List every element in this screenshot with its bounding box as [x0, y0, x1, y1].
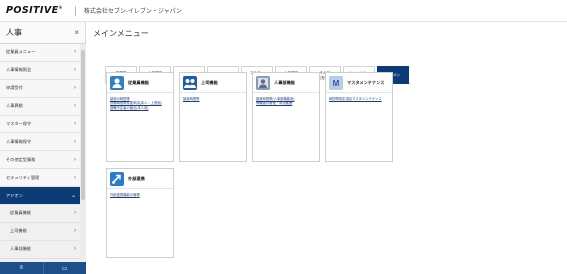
sidebar-item-label: セキュリティ管理 [6, 174, 40, 180]
card-hr-functions: 人事部機能 製造時間帯(人事部機能用) 休職者の管理・申請画面 [252, 72, 320, 162]
sidebar-item-label: その他定型業務 [6, 156, 36, 162]
chevron-right-icon: › [74, 85, 76, 92]
master-icon: M [329, 75, 343, 90]
card-links: 外部連携機能の管理 [107, 189, 173, 201]
card-link[interactable]: 外部連携機能の管理 [110, 193, 170, 197]
page-title: メインメニュー [93, 29, 149, 38]
company-name: 株式会社セブン-イレブン・ジャパン [83, 9, 182, 15]
card-title: 外部連携 [128, 175, 145, 181]
sidebar-item-applications[interactable]: 申請受付 › [0, 79, 80, 98]
sidebar-item-label: 人事情報保守 [6, 138, 32, 144]
scrollbar-thumb[interactable] [81, 50, 85, 200]
sidebar-subitem-hr-functions[interactable]: 人事部機能 › [0, 240, 80, 259]
sidebar-item-hr-inquiry[interactable]: 人事情報照会 › [0, 61, 80, 80]
card-title: マスタメンテナンス [347, 79, 385, 85]
sidebar-item-employee-menu[interactable]: 従業員メニュー › [0, 44, 80, 62]
logo[interactable]: POSITIVE® [6, 5, 63, 16]
external-link-icon [110, 171, 124, 186]
card-link[interactable]: 休職者の管理・申請画面 [256, 101, 316, 105]
chevron-right-icon: › [74, 103, 76, 110]
card-links: 時間帯設定項目マスタメンテナンス [326, 93, 392, 105]
card-title: 上司機能 [201, 79, 218, 85]
card-title: 従業員機能 [128, 79, 149, 85]
hr-icon [256, 75, 270, 90]
sidebar-item-transfers[interactable]: 人事異動 › [0, 97, 80, 116]
manager-icon [183, 75, 197, 90]
chevron-right-icon: › [74, 174, 76, 181]
sidebar-item-label: マスター保守 [6, 121, 32, 126]
chevron-right-icon: › [74, 121, 76, 127]
chevron-right-icon: › [74, 156, 76, 163]
card-header: 上司機能 [180, 73, 246, 93]
chevron-right-icon: › [74, 49, 76, 56]
card-master-maintenance: M マスタメンテナンス 時間帯設定項目マスタメンテナンス [325, 72, 393, 162]
header-divider [74, 5, 76, 16]
window-icon[interactable]: ▭ [42, 262, 87, 274]
sidebar-item-label: 上司機能 [10, 228, 27, 234]
close-icon[interactable]: × [74, 28, 79, 37]
svg-text:M: M [333, 79, 340, 88]
card-link[interactable]: 製造時間帯 [183, 97, 243, 101]
sidebar-item-label: 人事部機能 [10, 246, 31, 252]
card-link[interactable]: 時間帯設定項目マスタメンテナンス [329, 97, 389, 101]
card-links: 製造時間帯 [180, 93, 246, 105]
card-header: 外部連携 [107, 169, 173, 189]
chevron-right-icon: › [74, 246, 76, 253]
sidebar-item-label: 申請受付 [6, 85, 23, 91]
chevron-right-icon: › [74, 138, 76, 145]
card-links: 製造時間帯(人事部機能用) 休職者の管理・申請画面 [253, 93, 319, 110]
chevron-right-icon: › [74, 67, 76, 74]
chevron-down-icon: ⌄ [70, 193, 76, 200]
sidebar-subitem-employee-functions[interactable]: 従業員機能 › [0, 205, 80, 223]
card-title: 人事部機能 [274, 79, 295, 85]
sidebar-item-other-tasks[interactable]: その他定型業務 › [0, 151, 80, 170]
menu-icon[interactable]: ≡ [0, 262, 43, 274]
card-header: 従業員機能 [107, 73, 173, 93]
sidebar-title: 人事 [6, 28, 22, 37]
sidebar-footer: ≡ ▭ [0, 262, 86, 274]
sidebar-item-label: 人事情報照会 [6, 67, 32, 73]
card-header: M マスタメンテナンス [326, 73, 392, 93]
sidebar-scrollbar[interactable] [80, 44, 86, 274]
card-employee-functions: 従業員機能 製造の時間帯 勤務時間帯変更申請(本人・上長用) 退職予定者の届出(… [106, 72, 174, 162]
chevron-right-icon: › [74, 228, 76, 235]
sidebar-item-label: アドオン [6, 192, 23, 198]
sidebar-item-label: 従業員メニュー [6, 49, 36, 55]
card-header: 人事部機能 [253, 73, 319, 93]
sidebar-header: 人事 × [0, 22, 85, 44]
sidebar-subitem-manager-functions[interactable]: 上司機能 › [0, 222, 80, 241]
sidebar-menu: 従業員メニュー › 人事情報照会 › 申請受付 › 人事異動 › マスター保守 › 人事情… [0, 44, 80, 274]
sidebar: 人事 × 従業員メニュー › 人事情報照会 › 申請受付 › 人事異動 › マスター保守… [0, 22, 86, 274]
sidebar-item-master-maintenance[interactable]: マスター保守 › [0, 115, 80, 134]
sidebar-item-security[interactable]: セキュリティ管理 › [0, 169, 80, 188]
chevron-right-icon: › [74, 210, 76, 217]
main-content: メインメニュー 従業員メニュー 人事情報照会 申請受付 人事異動 マスター保守 … [87, 22, 567, 274]
card-manager-functions: 上司機能 製造時間帯 [179, 72, 247, 162]
sidebar-item-label: 人事異動 [6, 103, 23, 109]
sidebar-item-label: 従業員機能 [10, 210, 31, 216]
employee-icon [110, 75, 124, 90]
card-links: 製造の時間帯 勤務時間帯変更申請(本人・上長用) 退職予定者の届出(本人用) [107, 93, 173, 114]
top-header: POSITIVE® 株式会社セブン-イレブン・ジャパン [0, 0, 567, 22]
sidebar-item-hr-maintenance[interactable]: 人事情報保守 › [0, 133, 80, 152]
card-link[interactable]: 退職予定者の届出(本人用) [110, 106, 170, 110]
card-external-integration: 外部連携 外部連携機能の管理 [106, 168, 174, 258]
sidebar-item-addon[interactable]: アドオン ⌄ [0, 187, 80, 206]
